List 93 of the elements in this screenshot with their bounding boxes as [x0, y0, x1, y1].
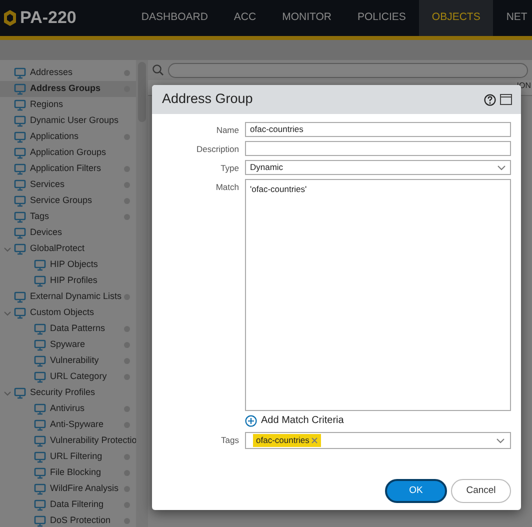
sidebar-item[interactable]: Applications — [0, 129, 136, 145]
monitor-icon — [14, 291, 26, 303]
nav-tab[interactable]: MONITOR — [269, 0, 344, 36]
cancel-button[interactable]: Cancel — [451, 479, 511, 503]
monitor-icon — [14, 387, 26, 399]
sidebar-item[interactable]: Services — [0, 177, 136, 193]
monitor-icon — [14, 115, 26, 127]
field-label: Name — [215, 124, 239, 137]
sidebar-item[interactable]: Address Groups — [0, 81, 136, 97]
monitor-icon — [34, 515, 46, 527]
sidebar-item[interactable]: External Dynamic Lists — [0, 289, 136, 305]
logo-text: PA-220 — [20, 7, 76, 30]
monitor-icon — [34, 451, 46, 463]
chevron-icon — [497, 164, 506, 170]
sidebar-item[interactable]: Vulnerability — [0, 353, 136, 369]
sidebar-item[interactable]: Service Groups — [0, 193, 136, 209]
monitor-icon — [34, 467, 46, 479]
search-icon — [152, 64, 164, 76]
sidebar-item[interactable]: URL Category — [0, 369, 136, 385]
sidebar-item[interactable]: Antivirus — [0, 401, 136, 417]
sidebar-item[interactable]: Application Groups — [0, 145, 136, 161]
monitor-icon — [34, 355, 46, 367]
sidebar-item[interactable]: Spyware — [0, 337, 136, 353]
nav-tab[interactable]: POLICIES — [344, 0, 419, 36]
help-icon — [484, 94, 496, 106]
monitor-icon — [34, 323, 46, 335]
monitor-icon — [34, 275, 46, 287]
sidebar-item[interactable]: HIP Objects — [0, 257, 136, 273]
ok-button[interactable]: OK — [385, 479, 447, 503]
sidebar-item[interactable]: File Blocking — [0, 465, 136, 481]
sidebar-item[interactable]: DoS Protection — [0, 513, 136, 527]
sidebar-item[interactable]: URL Filtering — [0, 449, 136, 465]
nav-tab[interactable]: OBJECTS — [418, 0, 494, 36]
plus-icon — [245, 414, 257, 426]
field-label: Tags — [220, 434, 239, 447]
monitor-icon — [14, 131, 26, 143]
monitor-icon — [14, 195, 26, 207]
hexagon-logo-icon — [4, 10, 16, 26]
close-icon — [311, 437, 318, 444]
window-icon — [500, 94, 512, 105]
monitor-icon — [14, 227, 26, 239]
text-area[interactable]: 'ofac-countries' — [245, 179, 511, 411]
monitor-icon — [14, 147, 26, 159]
monitor-icon — [14, 307, 26, 319]
monitor-icon — [14, 179, 26, 191]
sidebar-item[interactable]: Devices — [0, 225, 136, 241]
nav-tab[interactable]: ACC — [220, 0, 270, 36]
monitor-icon — [14, 83, 26, 95]
tag-chip[interactable]: ofac-countries — [253, 434, 322, 447]
sidebar-item[interactable]: Dynamic User Groups — [0, 113, 136, 129]
dialog-title: Address Group — [162, 90, 253, 108]
sidebar-item[interactable]: Data Patterns — [0, 321, 136, 337]
monitor-icon — [14, 99, 26, 111]
sidebar-item[interactable]: Security Profiles — [0, 385, 136, 401]
sidebar-item[interactable]: Data Filtering — [0, 497, 136, 513]
dropdown[interactable]: Dynamic — [245, 160, 511, 175]
sidebar-item[interactable]: Anti-Spyware — [0, 417, 136, 433]
input-field[interactable]: ofac-countries — [245, 122, 511, 137]
field-label: Description — [195, 143, 239, 156]
chevron-icon — [496, 438, 505, 444]
search-field[interactable] — [168, 62, 528, 78]
sidebar-item[interactable]: Vulnerability Protectio — [0, 433, 136, 449]
field-label: Match — [214, 181, 239, 194]
monitor-icon — [34, 403, 46, 415]
monitor-icon — [14, 67, 26, 79]
monitor-icon — [34, 419, 46, 431]
monitor-icon — [14, 243, 26, 255]
monitor-icon — [14, 211, 26, 223]
field-label: Type — [220, 162, 239, 175]
input-field[interactable] — [245, 141, 511, 156]
chevron-icon — [3, 308, 12, 318]
sidebar-item[interactable]: Application Filters — [0, 161, 136, 177]
monitor-icon — [34, 483, 46, 495]
add-match-criteria-link[interactable]: Add Match Criteria — [245, 413, 511, 428]
sidebar-item[interactable]: Addresses — [0, 65, 136, 81]
sidebar-item[interactable]: GlobalProtect — [0, 241, 136, 257]
sidebar-item[interactable]: WildFire Analysis — [0, 481, 136, 497]
monitor-icon — [14, 163, 26, 175]
monitor-icon — [34, 339, 46, 351]
chevron-icon — [3, 388, 12, 398]
chevron-icon — [3, 244, 12, 254]
nav-tab[interactable]: DASHBOARD — [128, 0, 221, 36]
sidebar-item[interactable]: Regions — [0, 97, 136, 113]
sidebar-item[interactable]: Tags — [0, 209, 136, 225]
monitor-icon — [34, 435, 46, 447]
nav-tab[interactable]: NET — [493, 0, 532, 36]
monitor-icon — [34, 499, 46, 511]
monitor-icon — [34, 371, 46, 383]
sidebar-item[interactable]: Custom Objects — [0, 305, 136, 321]
tag-field[interactable]: ofac-countries — [245, 432, 511, 449]
scrollbar[interactable] — [136, 60, 148, 527]
sidebar-item[interactable]: HIP Profiles — [0, 273, 136, 289]
monitor-icon — [34, 259, 46, 271]
